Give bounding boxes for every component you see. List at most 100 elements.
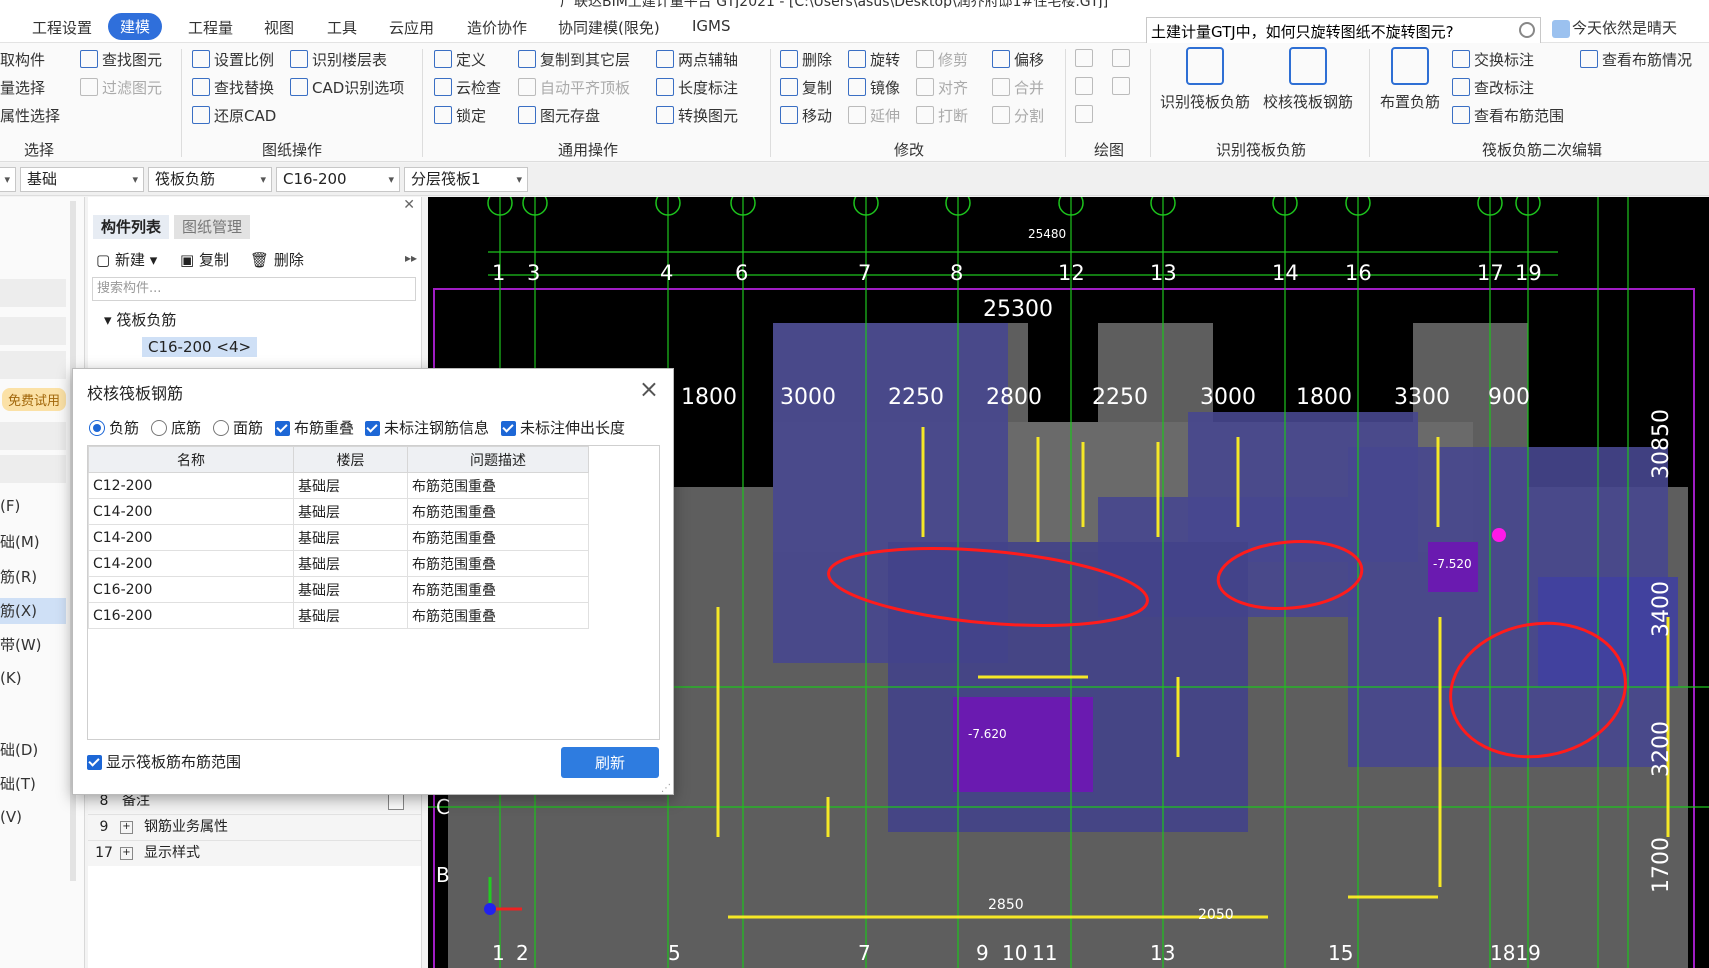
group-label-general-ops[interactable]: 通用操作 — [558, 139, 618, 160]
extend-button[interactable]: 延伸 — [848, 105, 900, 126]
cad-options-button[interactable]: CAD识别选项 — [290, 77, 404, 98]
nav-item[interactable]: 础(T) — [0, 773, 36, 794]
refresh-button[interactable]: 刷新 — [561, 747, 659, 778]
component-search-input[interactable]: 搜索构件... — [92, 277, 416, 301]
help-search-input[interactable] — [1147, 18, 1513, 44]
check-missing-length[interactable]: 未标注伸出长度 — [501, 417, 625, 438]
resize-grip-icon[interactable]: ⋰ — [661, 783, 671, 794]
draw-circle-tool[interactable] — [1112, 49, 1134, 68]
tab-component-list[interactable]: 构件列表 — [93, 215, 170, 239]
nav-item[interactable]: 筋(R) — [0, 566, 37, 587]
table-row[interactable]: C16-200 基础层 布筋范围重叠 — [88, 602, 589, 629]
define-button[interactable]: 定义 — [434, 49, 486, 70]
menu-igms[interactable]: IGMS — [692, 17, 731, 35]
tree-root[interactable]: ▾ 筏板负筋 — [104, 309, 176, 330]
expand-arrow-icon[interactable]: ▸▸ — [405, 251, 417, 265]
free-trial-badge[interactable]: 免费试用 — [2, 388, 67, 411]
radio-bottom-rebar[interactable]: 底筋 — [151, 417, 201, 438]
swap-annotation-button[interactable]: 交换标注 — [1452, 49, 1534, 70]
check-missing-info[interactable]: 未标注钢筋信息 — [365, 417, 489, 438]
user-area[interactable]: 今天依然是晴天 — [1552, 17, 1677, 38]
split-button[interactable]: 分割 — [992, 105, 1044, 126]
panel-close-icon[interactable]: ✕ — [403, 197, 415, 213]
filter-element-button[interactable]: 过滤图元 — [80, 77, 162, 98]
view-rebar-range-button[interactable]: 查看布筋范围 — [1452, 105, 1564, 126]
find-element-button[interactable]: 查找图元 — [80, 49, 162, 70]
close-icon[interactable]: × — [639, 375, 659, 403]
floor-select-stub[interactable] — [0, 167, 16, 192]
menu-project-settings[interactable]: 工程设置 — [32, 17, 92, 38]
find-replace-button[interactable]: 查找替换 — [192, 77, 274, 98]
set-scale-button[interactable]: 设置比例 — [192, 49, 274, 70]
draw-line-tool[interactable] — [1075, 77, 1097, 96]
nav-item[interactable]: 带(W) — [0, 634, 42, 655]
nav-block[interactable] — [0, 422, 66, 450]
rotate-button[interactable]: 旋转 — [848, 49, 900, 70]
recognize-floor-table-button[interactable]: 识别楼层表 — [290, 49, 387, 70]
nav-item[interactable]: (F) — [0, 497, 20, 515]
auto-align-slab-button[interactable]: 自动平齐顶板 — [518, 77, 630, 98]
menu-collab-modeling[interactable]: 协同建模(限免) — [558, 17, 660, 38]
nav-block[interactable] — [0, 351, 66, 379]
radio-top-rebar[interactable]: 面筋 — [213, 417, 263, 438]
nav-item[interactable]: 础(D) — [0, 739, 38, 760]
batch-select-button[interactable]: 量选择 — [0, 77, 45, 98]
menu-view[interactable]: 视图 — [264, 17, 294, 38]
menu-cloud[interactable]: 云应用 — [389, 17, 434, 38]
draw-rect-tool[interactable] — [1112, 77, 1134, 96]
menu-cost-collab[interactable]: 造价协作 — [467, 17, 527, 38]
delete-component-button[interactable]: 🗑 删除 — [250, 249, 304, 270]
draw-point-tool[interactable] — [1075, 49, 1097, 68]
break-button[interactable]: 打断 — [916, 105, 968, 126]
new-component-button[interactable]: ▢ 新建 ▾ — [96, 249, 157, 270]
two-point-axis-button[interactable]: 两点辅轴 — [656, 49, 738, 70]
check-overlap[interactable]: 布筋重叠 — [275, 417, 354, 438]
align-button[interactable]: 对齐 — [916, 77, 968, 98]
table-row[interactable]: C14-200 基础层 布筋范围重叠 — [88, 498, 589, 525]
prop-row[interactable]: 9 + 钢筋业务属性 — [88, 814, 421, 840]
group-label-drawing-ops[interactable]: 图纸操作 — [262, 139, 322, 160]
mirror-button[interactable]: 镜像 — [848, 77, 900, 98]
type-select[interactable]: 筏板负筋 — [148, 167, 272, 192]
table-row[interactable]: C14-200 基础层 布筋范围重叠 — [88, 524, 589, 551]
view-rebar-status-button[interactable]: 查看布筋情况 — [1580, 49, 1692, 70]
pick-component-button[interactable]: 取构件 — [0, 49, 45, 70]
category-select[interactable]: 基础 — [20, 167, 144, 192]
menu-tools[interactable]: 工具 — [327, 17, 357, 38]
help-search-box[interactable] — [1146, 17, 1541, 45]
radio-negative-rebar[interactable]: 负筋 — [89, 417, 139, 438]
delete-button[interactable]: 删除 — [780, 49, 832, 70]
table-row[interactable]: C14-200 基础层 布筋范围重叠 — [88, 550, 589, 577]
trim-button[interactable]: 修剪 — [916, 49, 968, 70]
property-select-button[interactable]: 属性选择 — [0, 105, 60, 126]
nav-block[interactable] — [0, 279, 66, 307]
menu-quantity[interactable]: 工程量 — [188, 17, 233, 38]
search-icon[interactable] — [1519, 22, 1535, 38]
menu-modeling[interactable]: 建模 — [108, 13, 163, 40]
draw-arc-tool[interactable] — [1075, 105, 1097, 124]
prop-row[interactable]: 17 + 显示样式 — [88, 840, 421, 866]
nav-item-selected[interactable]: 筋(X) — [0, 598, 66, 624]
place-negative-rebar-button[interactable]: 布置负筋 — [1380, 47, 1440, 112]
prop-checkbox[interactable] — [388, 794, 404, 810]
offset-button[interactable]: 偏移 — [992, 49, 1044, 70]
nav-item[interactable]: (V) — [0, 808, 22, 826]
recognize-raft-negative-rebar-button[interactable]: 识别筏板负筋 — [1160, 47, 1250, 112]
layer-select[interactable]: 分层筏板1 — [404, 167, 528, 192]
lock-button[interactable]: 锁定 — [434, 105, 486, 126]
edit-annotation-button[interactable]: 查改标注 — [1452, 77, 1534, 98]
nav-block[interactable] — [0, 317, 66, 345]
tab-drawing-management[interactable]: 图纸管理 — [174, 215, 251, 239]
nav-item[interactable]: 础(M) — [0, 531, 40, 552]
copy-to-other-floor-button[interactable]: 复制到其它层 — [518, 49, 630, 70]
tree-item-selected[interactable]: C16-200 <4> — [142, 337, 258, 357]
length-dimension-button[interactable]: 长度标注 — [656, 77, 738, 98]
convert-element-button[interactable]: 转换图元 — [656, 105, 738, 126]
nav-block[interactable] — [0, 455, 66, 483]
copy-button[interactable]: 复制 — [780, 77, 832, 98]
save-element-button[interactable]: 图元存盘 — [518, 105, 600, 126]
group-label-modify[interactable]: 修改 — [894, 139, 924, 160]
copy-component-button[interactable]: ▣ 复制 — [180, 249, 229, 270]
component-select[interactable]: C16-200 — [276, 167, 400, 192]
show-range-checkbox[interactable]: 显示筏板筋布筋范围 — [87, 751, 241, 772]
